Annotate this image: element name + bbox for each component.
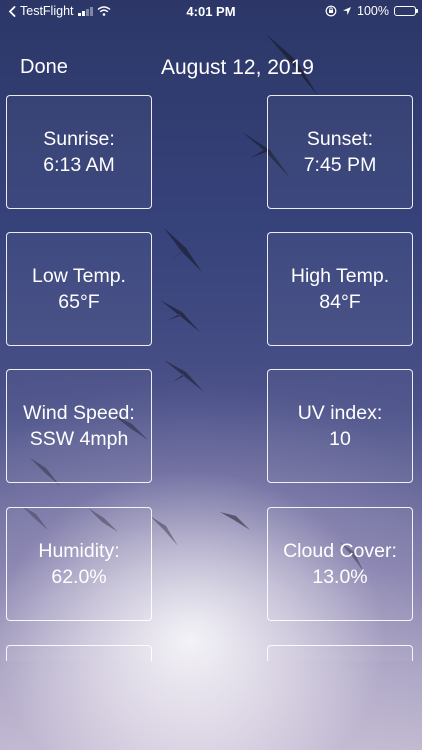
tile-label: UV index: [297, 402, 383, 424]
cloud-cover-tile: Cloud Cover: 13.0% [267, 507, 413, 621]
humidity-tile: Humidity: 62.0% [6, 507, 152, 621]
bird-silhouette-icon [220, 512, 250, 530]
high-temp-tile: High Temp. 84°F [267, 232, 413, 346]
orientation-lock-icon [325, 5, 337, 17]
tile-value: 10 [329, 428, 351, 450]
tile-label: Humidity: [38, 540, 120, 562]
tile-label: Sunset: [306, 128, 374, 150]
wind-speed-tile: Wind Speed: SSW 4mph [6, 369, 152, 483]
tile-label: Wind Speed: [23, 402, 135, 424]
status-bar: TestFlight 4:01 PM 100% [0, 0, 422, 22]
tile-value: 84°F [319, 291, 361, 313]
tile-label: Cloud Cover: [283, 540, 397, 562]
tile-label: Low Temp. [32, 265, 126, 287]
tile-label: Sunrise: [43, 128, 115, 150]
tile-value: SSW 4mph [29, 428, 129, 450]
bird-silhouette-icon [150, 516, 178, 546]
done-button[interactable]: Done [20, 56, 68, 79]
nav-bar: Done August 12, 2019 [0, 52, 422, 84]
tile-value: 7:45 PM [303, 154, 377, 176]
tile-value: 6:13 AM [43, 154, 115, 176]
uv-index-tile: UV index: 10 [267, 369, 413, 483]
bird-silhouette-icon [164, 360, 204, 392]
bird-silhouette-icon [160, 300, 200, 332]
partial-tile-right [267, 645, 413, 661]
low-temp-tile: Low Temp. 65°F [6, 232, 152, 346]
battery-percent: 100% [357, 4, 389, 18]
location-arrow-icon [343, 7, 352, 15]
tile-label: High Temp. [290, 265, 390, 287]
bird-silhouette-icon [164, 228, 202, 272]
partial-tile-left [6, 645, 152, 661]
status-right: 100% [325, 4, 418, 18]
battery-icon [394, 6, 418, 16]
tile-value: 62.0% [51, 566, 107, 588]
sunset-tile: Sunset: 7:45 PM [267, 95, 413, 209]
tile-value: 13.0% [312, 566, 368, 588]
page-title: August 12, 2019 [161, 56, 314, 79]
sunrise-tile: Sunrise: 6:13 AM [6, 95, 152, 209]
tile-value: 65°F [58, 291, 100, 313]
